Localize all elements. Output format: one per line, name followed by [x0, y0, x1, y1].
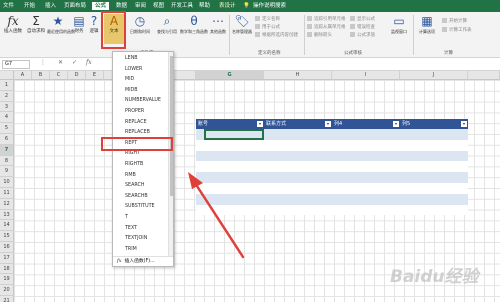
watermark: Baidu经验 [390, 267, 479, 287]
excel-window: { "ribbon_tabs": ["文件", "开始", "插入", "页面布… [0, 0, 500, 302]
annotation-arrow [188, 172, 245, 259]
arrow-shaft [193, 181, 245, 259]
arrow-head [188, 172, 203, 189]
